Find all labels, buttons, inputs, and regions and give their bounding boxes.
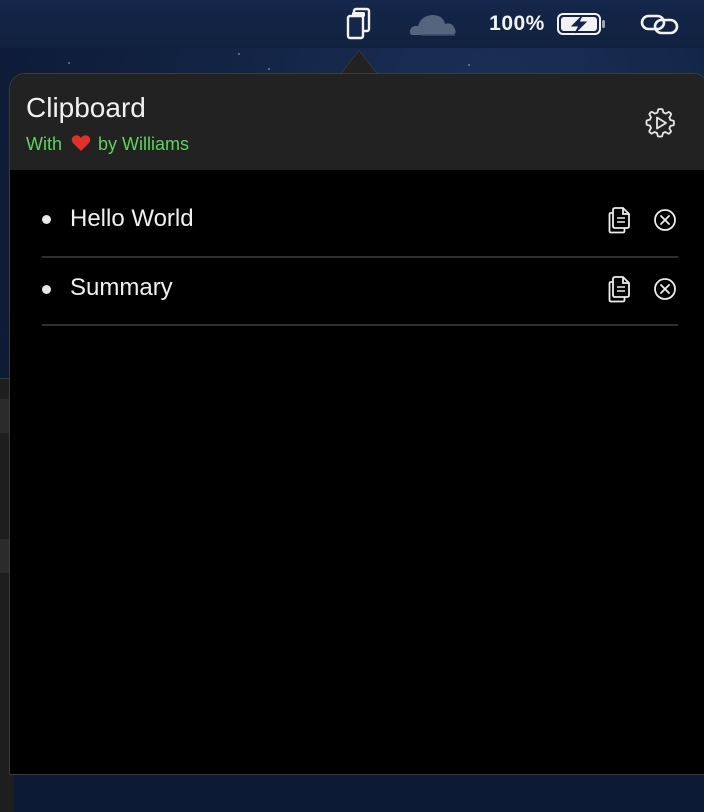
- list-item[interactable]: Summary: [42, 258, 678, 326]
- list-item[interactable]: Hello World: [42, 170, 678, 258]
- clipboard-list: Hello World Summary: [42, 170, 678, 326]
- close-circle-icon[interactable]: [653, 208, 677, 232]
- menu-bar: 100%: [0, 0, 704, 48]
- clipboard-icon[interactable]: [340, 0, 378, 48]
- bullet: [42, 215, 51, 224]
- close-circle-icon[interactable]: [653, 277, 677, 301]
- popover-title: Clipboard: [26, 92, 146, 123]
- cloud-icon[interactable]: [404, 0, 462, 48]
- bullet: [42, 285, 51, 294]
- popover-subtitle: With by Williams: [26, 134, 189, 157]
- link-icon[interactable]: [636, 0, 684, 48]
- gear-icon[interactable]: [643, 106, 677, 140]
- subtitle-suffix: by Williams: [98, 134, 190, 154]
- item-text: Summary: [70, 274, 173, 301]
- battery-percent[interactable]: 100%: [486, 0, 548, 48]
- battery-charging-icon[interactable]: [554, 0, 610, 48]
- subtitle-prefix: With: [26, 134, 62, 154]
- copy-icon[interactable]: [608, 275, 632, 303]
- copy-icon[interactable]: [608, 206, 632, 234]
- clipboard-popover: Clipboard With by Williams Hello World S…: [9, 73, 704, 775]
- item-text: Hello World: [70, 205, 194, 232]
- popover-header: Clipboard With by Williams: [10, 74, 704, 170]
- heart-icon: [71, 134, 91, 157]
